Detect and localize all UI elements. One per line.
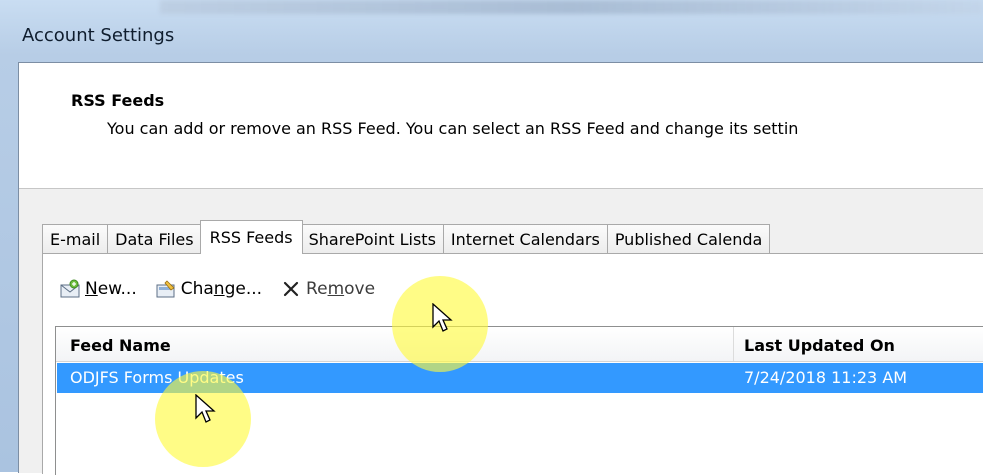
title-bar[interactable]: Account Settings [0,14,983,58]
last-updated-cell: 7/24/2018 11:23 AM [744,368,908,387]
remove-x-icon [280,278,302,300]
tab-rss-feeds[interactable]: RSS Feeds [199,220,303,254]
tab-sharepoint-lists[interactable]: SharePoint Lists [300,224,444,254]
column-header-feed-name[interactable]: Feed Name [70,336,171,355]
mouse-pointer-icon [195,394,216,423]
column-header-last-updated[interactable]: Last Updated On [744,336,895,355]
tab-data-files[interactable]: Data Files [107,224,202,254]
window-title: Account Settings [22,25,175,46]
section-description: You can add or remove an RSS Feed. You c… [107,119,799,138]
change-button[interactable]: Change... [155,278,262,300]
tab-published-calendars[interactable]: Published Calenda [606,224,771,254]
mouse-pointer-icon [432,303,453,332]
remove-button[interactable]: Remove [280,278,375,300]
section-title: RSS Feeds [71,91,165,110]
list-header: Feed Name Last Updated On [56,327,983,362]
new-feed-icon [59,278,81,300]
toolbar: New... Change... Remove [59,276,393,302]
window-frame: Account Settings RSS Feeds You can add o… [0,0,983,475]
column-divider[interactable] [733,327,734,361]
new-button[interactable]: New... [59,278,137,300]
header-area: RSS Feeds You can add or remove an RSS F… [19,63,983,189]
tab-internet-calendars[interactable]: Internet Calendars [442,224,608,254]
tab-strip: E-mail Data Files RSS Feeds SharePoint L… [42,220,771,254]
blurred-background [160,0,983,14]
tab-email[interactable]: E-mail [42,224,109,254]
change-feed-icon [155,278,177,300]
